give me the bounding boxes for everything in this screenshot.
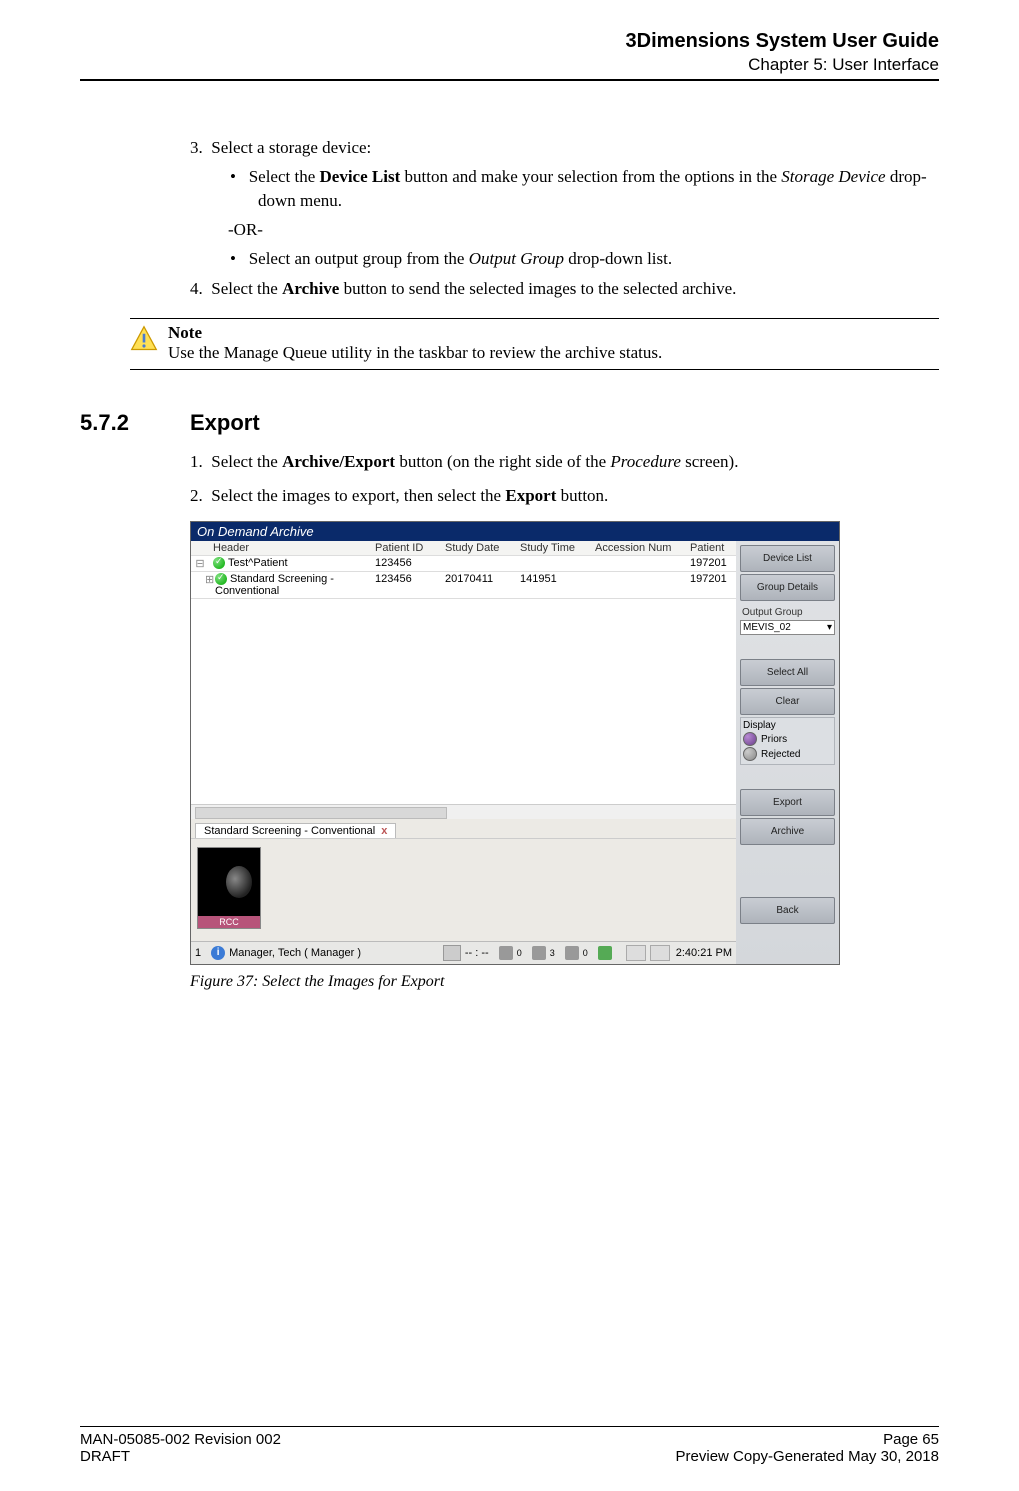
footer-page-num: Page 65 <box>883 1431 939 1448</box>
figure-app-window: On Demand Archive Header Patient ID Stud… <box>190 521 840 965</box>
timecard-icon <box>443 945 461 961</box>
display-label: Display <box>743 720 832 731</box>
select-all-button[interactable]: Select All <box>740 659 835 686</box>
footer-rule <box>80 1426 939 1427</box>
col-patient: Patient <box>686 541 736 555</box>
device-list-button[interactable]: Device List <box>740 545 835 572</box>
step-3-bullet-2: • Select an output group from the Output… <box>190 247 939 272</box>
note-block: Note Use the Manage Queue utility in the… <box>130 319 939 369</box>
col-patient-id: Patient ID <box>371 541 441 555</box>
check-icon <box>215 573 227 585</box>
back-button[interactable]: Back <box>740 897 835 924</box>
col-study-date: Study Date <box>441 541 516 555</box>
status-clock: 2:40:21 PM <box>676 947 732 959</box>
status-icon <box>499 946 513 960</box>
tray-icon[interactable] <box>626 945 646 961</box>
image-thumbnail[interactable]: RCC <box>197 847 261 929</box>
chevron-down-icon: ▾ <box>827 622 832 633</box>
output-group-label: Output Group <box>740 607 835 618</box>
horizontal-scrollbar[interactable] <box>191 804 736 819</box>
note-text: Use the Manage Queue utility in the task… <box>168 343 662 363</box>
archive-button[interactable]: Archive <box>740 818 835 845</box>
display-priors-toggle[interactable]: Priors <box>743 732 832 746</box>
step-4: 4. Select the Archive button to send the… <box>190 277 939 302</box>
procedure-tab[interactable]: Standard Screening - Conventionalx <box>195 823 396 838</box>
status-icon <box>532 946 546 960</box>
figure-caption: Figure 37: Select the Images for Export <box>190 973 840 991</box>
note-icon <box>130 325 158 353</box>
clear-button[interactable]: Clear <box>740 688 835 715</box>
col-accession-num: Accession Num <box>591 541 686 555</box>
status-index: 1 <box>195 947 201 959</box>
status-user: Manager, Tech ( Manager ) <box>229 947 361 959</box>
status-icon <box>598 946 612 960</box>
expand-icon[interactable]: ⊟ <box>191 556 209 571</box>
table-row[interactable]: ⊞ Standard Screening - Conventional 1234… <box>191 572 736 599</box>
window-titlebar: On Demand Archive <box>191 522 839 541</box>
display-block: Display Priors Rejected <box>740 717 835 765</box>
chapter-title: Chapter 5: User Interface <box>80 55 939 75</box>
footer-gen-date: Preview Copy-Generated May 30, 2018 <box>676 1448 939 1465</box>
step-3-bullet-1: • Select the Device List button and make… <box>190 165 939 214</box>
export-step-1: 1. Select the Archive/Export button (on … <box>190 450 939 475</box>
table-row[interactable]: ⊟ Test^Patient 123456 197201 <box>191 556 736 572</box>
status-icon <box>565 946 579 960</box>
doc-title: 3Dimensions System User Guide <box>80 30 939 53</box>
table-header-row: Header Patient ID Study Date Study Time … <box>191 541 736 556</box>
side-panel: Device List Group Details Output Group M… <box>736 541 839 964</box>
group-details-button[interactable]: Group Details <box>740 574 835 601</box>
thumbnail-area: RCC <box>191 838 736 941</box>
close-icon[interactable]: x <box>381 825 387 837</box>
display-rejected-toggle[interactable]: Rejected <box>743 747 832 761</box>
tray-icon[interactable] <box>650 945 670 961</box>
status-bar: 1 iManager, Tech ( Manager ) -- : -- 0 3… <box>191 941 736 964</box>
header-rule <box>80 79 939 81</box>
note-label: Note <box>168 323 662 343</box>
thumbnail-label: RCC <box>198 916 260 928</box>
footer-doc-id: MAN-05085-002 Revision 002 <box>80 1431 281 1448</box>
table-empty-area <box>191 599 736 819</box>
led-icon <box>743 747 757 761</box>
led-icon <box>743 732 757 746</box>
step-3: 3. Select a storage device: <box>190 136 939 161</box>
footer-draft-label: DRAFT <box>80 1448 130 1465</box>
col-header: Header <box>209 541 371 555</box>
scrollbar-thumb[interactable] <box>195 807 447 819</box>
or-separator: -OR- <box>190 218 939 243</box>
export-button[interactable]: Export <box>740 789 835 816</box>
note-rule-bottom <box>130 369 939 370</box>
section-title: Export <box>190 410 260 436</box>
check-icon <box>213 557 225 569</box>
col-study-time: Study Time <box>516 541 591 555</box>
export-step-2: 2. Select the images to export, then sel… <box>190 484 939 509</box>
expand-icon[interactable]: ⊞ <box>191 572 209 598</box>
section-number: 5.7.2 <box>80 410 190 436</box>
output-group-select[interactable]: MEVIS_02▾ <box>740 620 835 635</box>
info-icon[interactable]: i <box>211 946 225 960</box>
